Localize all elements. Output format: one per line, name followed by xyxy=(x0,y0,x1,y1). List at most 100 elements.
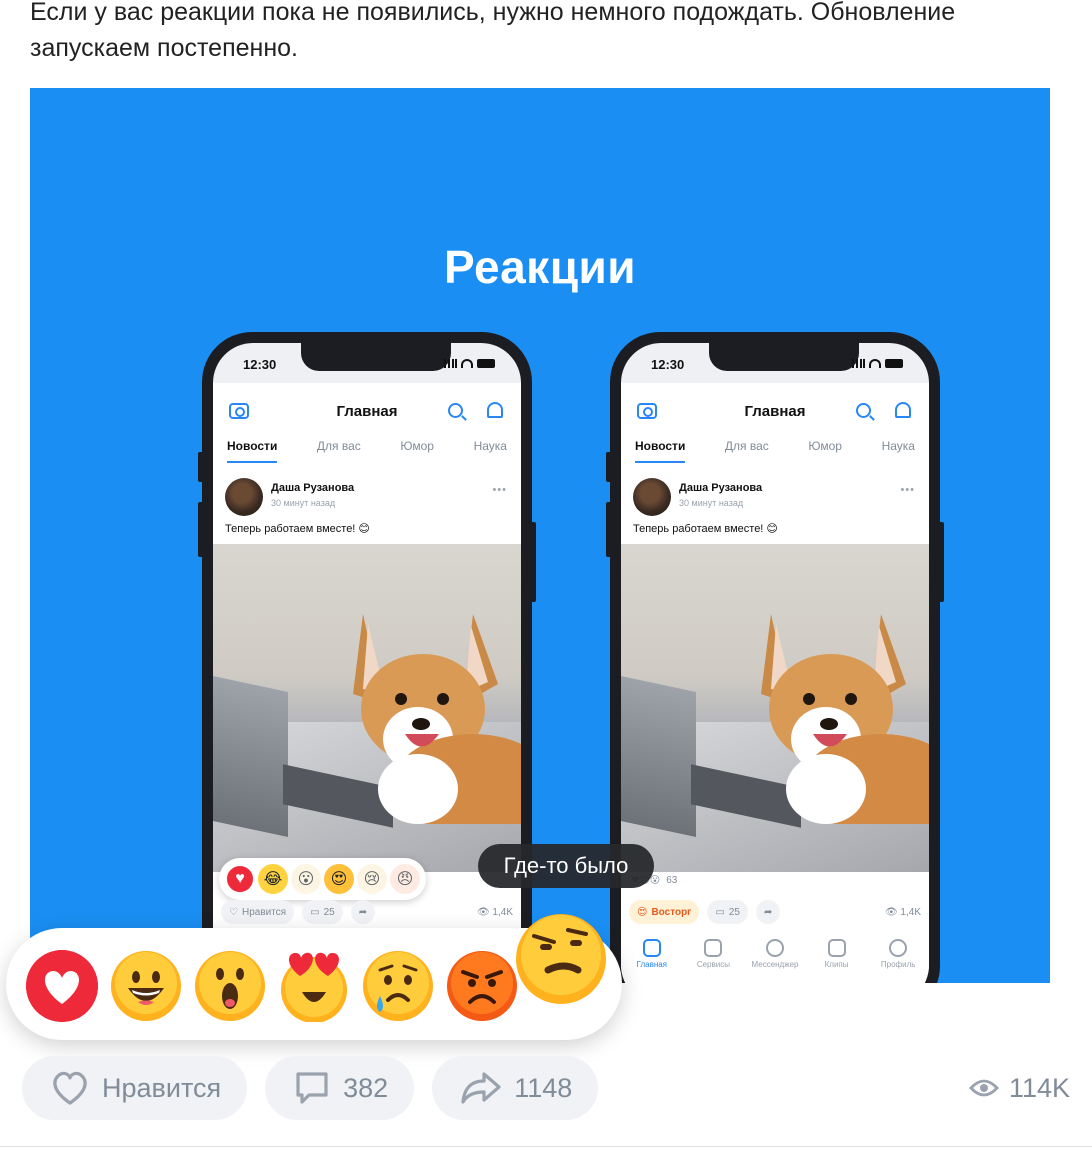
tab-science: Наука xyxy=(881,439,915,453)
mini-reaction-bar: ♥ 😂 😮 😍 😢 😠 xyxy=(219,858,426,900)
laptop xyxy=(213,676,288,837)
nav-clips: Клипы xyxy=(807,939,867,983)
sceptical-reaction-icon[interactable] xyxy=(514,910,608,1004)
tab-news: Новости xyxy=(635,439,686,463)
header-title: Главная xyxy=(744,403,806,420)
messenger-icon xyxy=(765,939,784,957)
share-button[interactable]: 1148 xyxy=(432,1056,599,1120)
delight-reaction-pill: 😍 Восторг xyxy=(629,900,700,924)
tab-for-you: Для вас xyxy=(316,439,361,453)
tab-humor: Юмор xyxy=(808,439,842,453)
wifi-icon xyxy=(869,359,881,368)
views-count: 114K xyxy=(1008,1072,1070,1103)
heart-eyes-reaction-icon[interactable] xyxy=(278,950,350,1022)
like-label: Нравится xyxy=(241,906,287,918)
post-text-line-1: Если у вас реакции пока не появились, ну… xyxy=(30,0,956,26)
like-label: Нравится xyxy=(102,1072,222,1103)
status-icons xyxy=(852,359,903,368)
home-icon xyxy=(642,939,661,957)
avatar xyxy=(633,478,671,516)
nav-home-label: Главная xyxy=(636,960,668,969)
phone-notch xyxy=(301,343,451,371)
nav-services: Сервисы xyxy=(683,939,743,983)
comment-count: 382 xyxy=(343,1072,389,1103)
comment-count: 25 xyxy=(728,906,740,918)
corgi-dog-illustration xyxy=(353,614,521,824)
phone-notch xyxy=(709,343,859,371)
heart-icon: ♥ xyxy=(225,864,255,894)
like-pill: ♡ Нравится xyxy=(221,900,295,924)
delight-label: Восторг xyxy=(651,906,692,918)
heart-outline-icon xyxy=(53,1071,87,1105)
avatar xyxy=(225,478,263,516)
surprised-emoji-icon: 😮 xyxy=(291,864,321,894)
post-time: 30 минут назад xyxy=(271,498,336,508)
like-button[interactable]: Нравится xyxy=(22,1056,248,1120)
phone-side-button xyxy=(606,452,611,482)
wifi-icon xyxy=(461,359,473,368)
tab-for-you: Для вас xyxy=(724,439,769,453)
surprised-reaction-icon[interactable] xyxy=(194,950,266,1022)
tab-science: Наука xyxy=(473,439,507,453)
post-photo xyxy=(213,544,521,872)
share-icon xyxy=(461,1072,501,1104)
phone-side-button xyxy=(198,502,203,557)
share-pill: ➦ xyxy=(350,900,376,924)
comment-pill: ▭ 25 xyxy=(302,900,343,924)
views-count: 1,4K xyxy=(492,906,513,918)
feed-post-card: Даша Рузанова 30 минут назад ••• Теперь … xyxy=(621,468,929,934)
views-counter: 114K xyxy=(969,1073,1070,1104)
status-time: 12:30 xyxy=(243,357,277,372)
views-count: 1,4K xyxy=(900,906,921,918)
phone-side-button xyxy=(531,522,536,602)
search-icon xyxy=(856,403,871,418)
comment-pill: ▭ 25 xyxy=(707,900,748,924)
phone-views: 👁 1,4K xyxy=(476,906,513,918)
nav-clips-label: Клипы xyxy=(824,960,849,969)
bell-icon xyxy=(895,402,911,418)
phone-post-actions: 😍 Восторг ▭ 25 ➦ 👁 1,4K xyxy=(629,900,921,924)
feed-post-card: Даша Рузанова 30 минут назад ••• Теперь … xyxy=(213,468,521,934)
phone-mockup-left: 12:30 Главная Новости Для вас Юмор Наука xyxy=(198,332,536,983)
phone-side-button xyxy=(606,502,611,557)
signal-icon xyxy=(852,359,865,368)
nav-home: Главная xyxy=(622,939,682,983)
phone-side-button xyxy=(939,522,944,602)
eye-icon xyxy=(969,1079,999,1097)
profile-icon xyxy=(889,939,908,957)
post-action-bar: Нравится 382 1148 114K xyxy=(22,1056,1070,1120)
post-time: 30 минут назад xyxy=(679,498,744,508)
status-icons xyxy=(444,359,495,368)
angry-reaction-icon[interactable] xyxy=(446,950,518,1022)
phone-bottom-nav: Главная Сервисы Мессенджер Клипы Профиль xyxy=(621,929,929,983)
phone-screen: 12:30 Главная Новости Для вас Юмор Наука xyxy=(213,343,521,983)
author-name: Даша Рузанова xyxy=(271,482,355,494)
corgi-dog-illustration xyxy=(761,614,929,824)
post-text-line-2: запускаем постепенно. xyxy=(30,34,298,62)
status-time: 12:30 xyxy=(651,357,685,372)
laughing-reaction-icon[interactable] xyxy=(110,950,182,1022)
share-count: 1148 xyxy=(514,1072,573,1103)
nav-messenger-label: Мессенджер xyxy=(751,960,799,969)
reaction-tooltip: Где-то было xyxy=(478,844,654,888)
phone-side-button xyxy=(198,452,203,482)
battery-icon xyxy=(885,359,903,368)
phone-screen: 12:30 Главная Новости Для вас Юмор Наука xyxy=(621,343,929,983)
phone-views: 👁 1,4K xyxy=(884,906,921,918)
clips-icon xyxy=(827,939,846,957)
tab-news: Новости xyxy=(227,439,278,463)
heart-reaction-icon[interactable] xyxy=(26,950,98,1022)
post-caption: Теперь работаем вместе! 😊 xyxy=(225,523,370,535)
search-icon xyxy=(448,403,463,418)
phone-mockup-right: 12:30 Главная Новости Для вас Юмор Наука xyxy=(606,332,944,983)
comment-button[interactable]: 382 xyxy=(265,1056,415,1120)
crying-reaction-icon[interactable] xyxy=(362,950,434,1022)
banner-title: Реакции xyxy=(443,241,637,293)
comment-icon xyxy=(296,1072,328,1104)
tab-humor: Юмор xyxy=(400,439,434,453)
post-divider xyxy=(0,1146,1092,1147)
more-icon: ••• xyxy=(900,484,915,496)
battery-icon xyxy=(477,359,495,368)
comment-count: 25 xyxy=(323,906,335,918)
angry-emoji-icon: 😠 xyxy=(390,864,420,894)
